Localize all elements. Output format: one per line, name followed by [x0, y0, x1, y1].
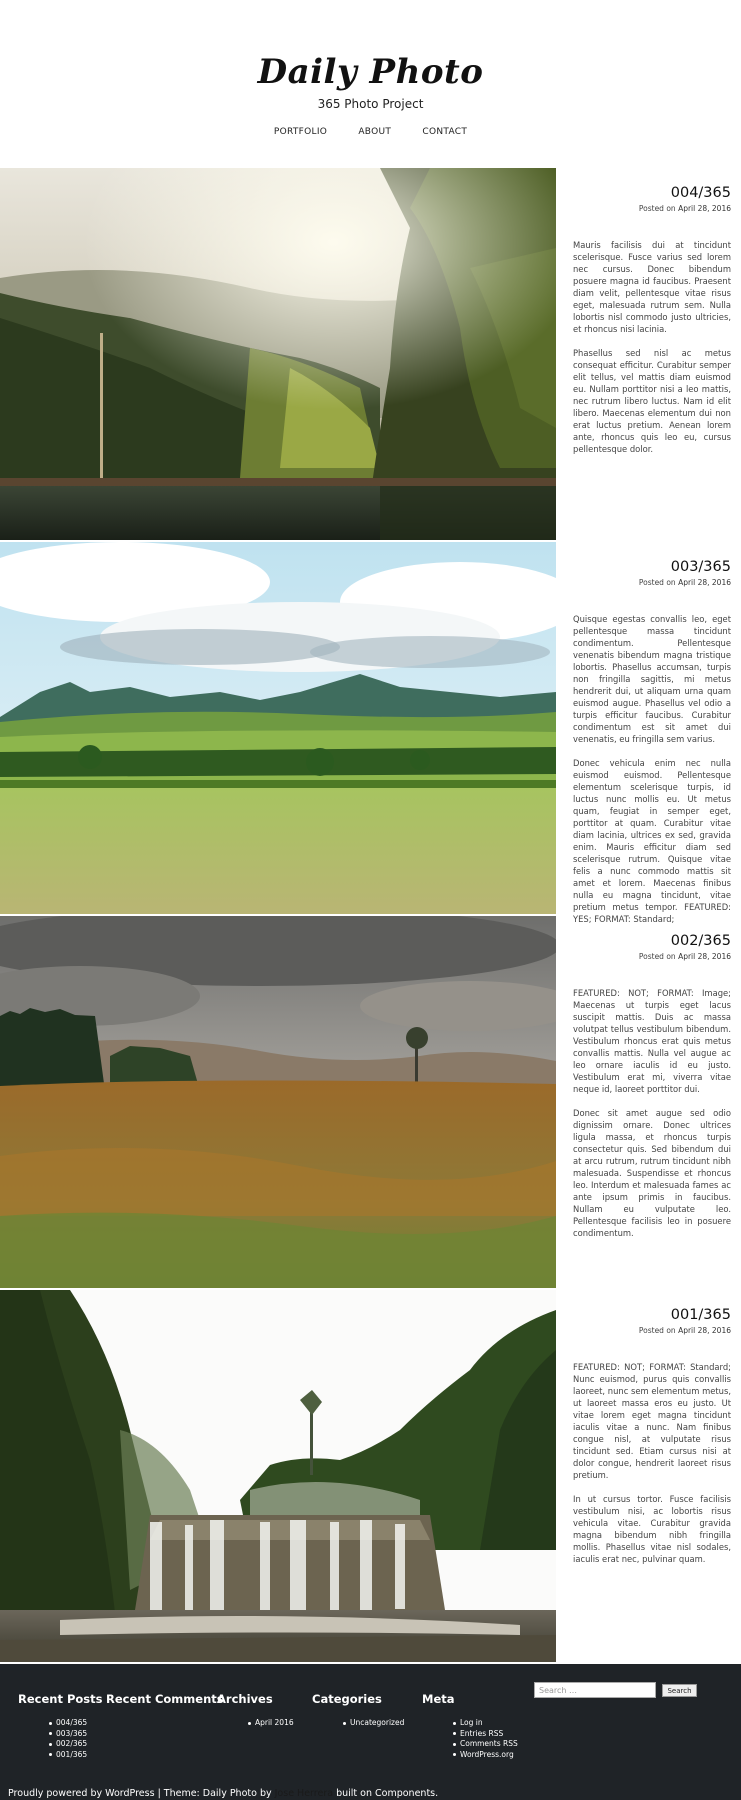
post-004: 004/365 Posted on April 28, 2016 Mauris … [0, 168, 741, 540]
post-entry: 002/365 Posted on April 28, 2016 FEATURE… [573, 916, 731, 1251]
post-date[interactable]: April 28, 2016 [678, 204, 731, 213]
site-credits: Proudly powered by WordPress | Theme: Da… [8, 1788, 438, 1799]
grassland-photo [0, 916, 556, 1288]
post-meta: Posted on April 28, 2016 [573, 1326, 731, 1335]
credits-text: Proudly powered by WordPress | Theme: Da… [8, 1788, 275, 1799]
widget-title: Categories [312, 1692, 382, 1706]
widget-title: Recent Posts [18, 1692, 103, 1706]
post-photo[interactable] [0, 168, 556, 540]
search-button[interactable]: Search [662, 1684, 697, 1697]
widget-recent-posts: Recent Posts 004/365 003/365 002/365 001… [18, 1692, 102, 1760]
post-paragraph: Phasellus sed nisl ac metus consequat ef… [573, 348, 731, 454]
list-item: April 2016 [248, 1718, 294, 1729]
posted-on-label: Posted on [638, 204, 676, 213]
category-link[interactable]: Uncategorized [350, 1718, 404, 1727]
list-item: 001/365 [48, 1750, 102, 1761]
list-item: Entries RSS [453, 1729, 518, 1740]
list-item: Comments RSS [453, 1739, 518, 1750]
post-003: 003/365 Posted on April 28, 2016 Quisque… [0, 542, 741, 924]
nav-contact[interactable]: CONTACT [422, 127, 467, 137]
widget-title: Recent Comments [106, 1692, 224, 1706]
widget-categories: Categories Uncategorized [312, 1692, 404, 1729]
archives-list: April 2016 [217, 1718, 294, 1729]
post-paragraph: FEATURED: NOT; FORMAT: Standard; Nunc eu… [573, 1362, 731, 1480]
site-description: 365 Photo Project [317, 97, 424, 111]
post-photo[interactable] [0, 1290, 556, 1662]
post-photo[interactable] [0, 542, 556, 914]
post-title[interactable]: 003/365 [573, 558, 731, 576]
post-content: FEATURED: NOT; FORMAT: Standard; Nunc eu… [573, 1361, 731, 1565]
post-002: 002/365 Posted on April 28, 2016 FEATURE… [0, 916, 741, 1288]
post-content: FEATURED: NOT; FORMAT: Image; Maecenas u… [573, 987, 731, 1239]
posted-on-label: Posted on [638, 952, 676, 961]
post-date[interactable]: April 28, 2016 [678, 578, 731, 587]
post-meta: Posted on April 28, 2016 [573, 204, 731, 213]
misty-valley-photo [0, 168, 556, 540]
nav-about[interactable]: ABOUT [358, 127, 391, 137]
post-content: Mauris facilisis dui at tincidunt sceler… [573, 239, 731, 455]
list-item: Uncategorized [342, 1718, 404, 1729]
posted-on-label: Posted on [638, 1326, 676, 1335]
post-paragraph: Quisque egestas convallis leo, eget pell… [573, 614, 731, 744]
recent-post-link[interactable]: 003/365 [56, 1729, 87, 1738]
widget-title: Archives [217, 1692, 273, 1706]
site-footer: Recent Posts 004/365 003/365 002/365 001… [0, 1664, 741, 1800]
list-item: 004/365 [48, 1718, 102, 1729]
wordpress-org-link[interactable]: WordPress.org [460, 1750, 514, 1759]
meadow-photo [0, 542, 556, 914]
post-title[interactable]: 004/365 [573, 184, 731, 202]
post-meta: Posted on April 28, 2016 [573, 578, 731, 587]
main-navigation: PORTFOLIO ABOUT CONTACT [0, 127, 741, 137]
list-item: 003/365 [48, 1729, 102, 1740]
credits-text-end: built on Components. [333, 1788, 439, 1799]
post-paragraph: In ut cursus tortor. Fusce facilisis ves… [573, 1494, 731, 1564]
post-paragraph: Donec vehicula enim nec nulla euismod eu… [573, 758, 731, 924]
post-entry: 001/365 Posted on April 28, 2016 FEATURE… [573, 1290, 731, 1577]
recent-posts-list: 004/365 003/365 002/365 001/365 [18, 1718, 102, 1760]
list-item: 002/365 [48, 1739, 102, 1750]
post-content: Quisque egestas convallis leo, eget pell… [573, 613, 731, 925]
search-input[interactable] [534, 1682, 656, 1698]
entries-rss-link[interactable]: Entries RSS [460, 1729, 503, 1738]
post-paragraph: Mauris facilisis dui at tincidunt sceler… [573, 240, 731, 334]
recent-post-link[interactable]: 004/365 [56, 1718, 87, 1727]
categories-list: Uncategorized [312, 1718, 404, 1729]
site-title[interactable]: Daily Photo [0, 52, 741, 92]
post-entry: 003/365 Posted on April 28, 2016 Quisque… [573, 542, 731, 937]
nav-portfolio[interactable]: PORTFOLIO [274, 127, 327, 137]
post-date[interactable]: April 28, 2016 [678, 1326, 731, 1335]
post-meta: Posted on April 28, 2016 [573, 952, 731, 961]
widget-recent-comments: Recent Comments [106, 1692, 224, 1706]
post-title[interactable]: 001/365 [573, 1306, 731, 1324]
post-paragraph: FEATURED: NOT; FORMAT: Image; Maecenas u… [573, 988, 731, 1094]
comments-rss-link[interactable]: Comments RSS [460, 1739, 518, 1748]
list-item: Log in [453, 1718, 518, 1729]
meta-list: Log in Entries RSS Comments RSS WordPres… [422, 1718, 518, 1760]
post-entry: 004/365 Posted on April 28, 2016 Mauris … [573, 168, 731, 467]
post-001: 001/365 Posted on April 28, 2016 FEATURE… [0, 1290, 741, 1662]
widget-archives: Archives April 2016 [217, 1692, 294, 1729]
post-date[interactable]: April 28, 2016 [678, 952, 731, 961]
post-paragraph: Donec sit amet augue sed odio dignissim … [573, 1108, 731, 1238]
post-title[interactable]: 002/365 [573, 932, 731, 950]
widget-title: Meta [422, 1692, 455, 1706]
theme-author-link[interactable]: Jose Herrera [275, 1788, 333, 1799]
archive-link[interactable]: April 2016 [255, 1718, 294, 1727]
site-header: Daily Photo 365 Photo Project PORTFOLIO … [0, 0, 741, 168]
post-photo[interactable] [0, 916, 556, 1288]
waterfall-photo [0, 1290, 556, 1662]
list-item: WordPress.org [453, 1750, 518, 1761]
recent-post-link[interactable]: 002/365 [56, 1739, 87, 1748]
widget-meta: Meta Log in Entries RSS Comments RSS Wor… [422, 1692, 518, 1760]
recent-post-link[interactable]: 001/365 [56, 1750, 87, 1759]
posted-on-label: Posted on [638, 578, 676, 587]
login-link[interactable]: Log in [460, 1718, 483, 1727]
